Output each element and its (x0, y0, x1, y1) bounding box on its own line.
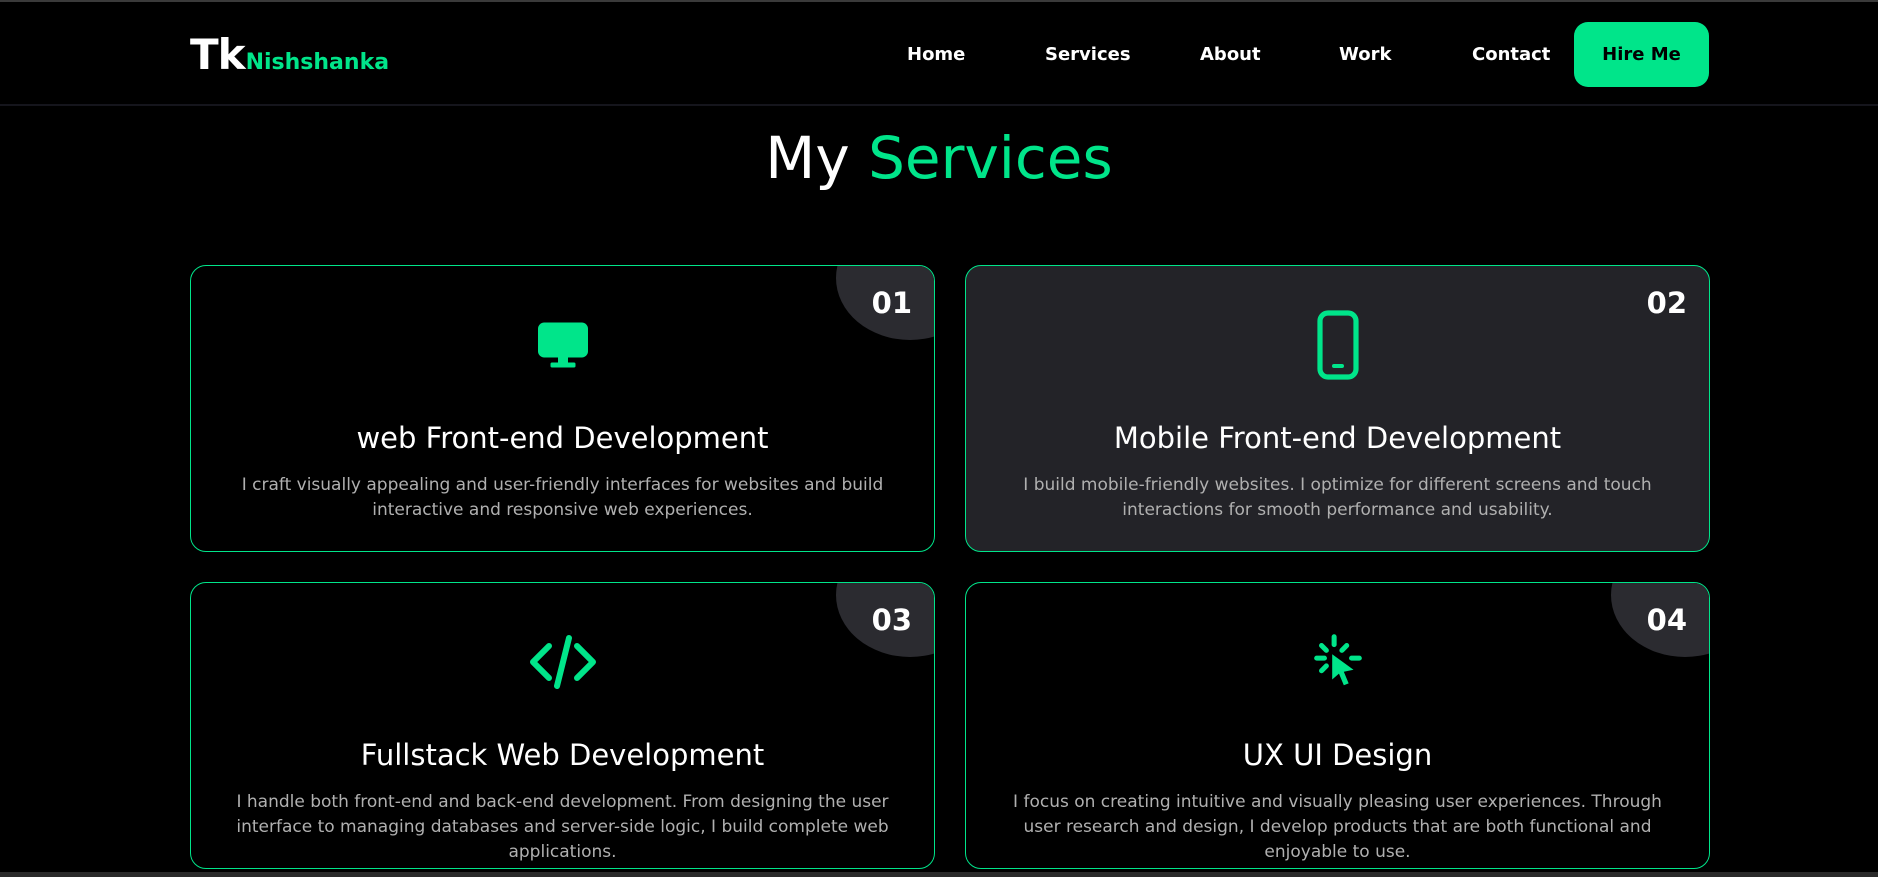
smartphone-icon (1303, 310, 1373, 380)
nav-link-about[interactable]: About (1200, 44, 1261, 65)
code-icon (528, 627, 598, 697)
service-title: Mobile Front-end Development (1113, 421, 1562, 455)
nav-link-work[interactable]: Work (1339, 44, 1391, 65)
service-number: 04 (1646, 603, 1687, 637)
nav-link-services[interactable]: Services (1045, 44, 1131, 65)
service-number: 03 (871, 603, 912, 637)
window-bottom-border (0, 872, 1878, 877)
service-number: 02 (1646, 286, 1687, 320)
service-title: Fullstack Web Development (360, 738, 765, 772)
service-description: I focus on creating intuitive and visual… (1013, 792, 1662, 862)
nav-link-contact[interactable]: Contact (1472, 44, 1550, 65)
service-number: 01 (871, 286, 912, 320)
nav-link-home[interactable]: Home (907, 44, 965, 65)
service-description: I handle both front-end and back-end dev… (236, 792, 889, 862)
section-title-accent: Services (868, 124, 1113, 192)
logo-initials: Tk (190, 30, 246, 79)
service-card-mobile-frontend[interactable]: 02 Mobile Front-end Development I build … (965, 265, 1710, 552)
service-description: I craft visually appealing and user-frie… (241, 475, 884, 520)
hire-me-button[interactable]: Hire Me (1574, 22, 1709, 87)
monitor-icon (528, 310, 598, 380)
service-card-web-frontend[interactable]: 01 web Front-end Development I craft vis… (190, 265, 935, 552)
section-title: My Services (0, 124, 1878, 192)
section-title-prefix: My (765, 124, 850, 192)
service-card-fullstack[interactable]: 03 Fullstack Web Development I handle bo… (190, 582, 935, 869)
logo[interactable]: Tk Nishshanka (190, 30, 389, 79)
service-title: web Front-end Development (356, 421, 769, 455)
navbar: Tk Nishshanka Home Services About Work C… (0, 2, 1878, 106)
service-card-ux-ui[interactable]: 04 UX UI Design I focus on creating intu… (965, 582, 1710, 869)
service-description: I build mobile-friendly websites. I opti… (1023, 475, 1652, 520)
service-title: UX UI Design (1242, 738, 1433, 772)
cursor-click-icon (1303, 627, 1373, 697)
logo-name: Nishshanka (245, 50, 390, 75)
